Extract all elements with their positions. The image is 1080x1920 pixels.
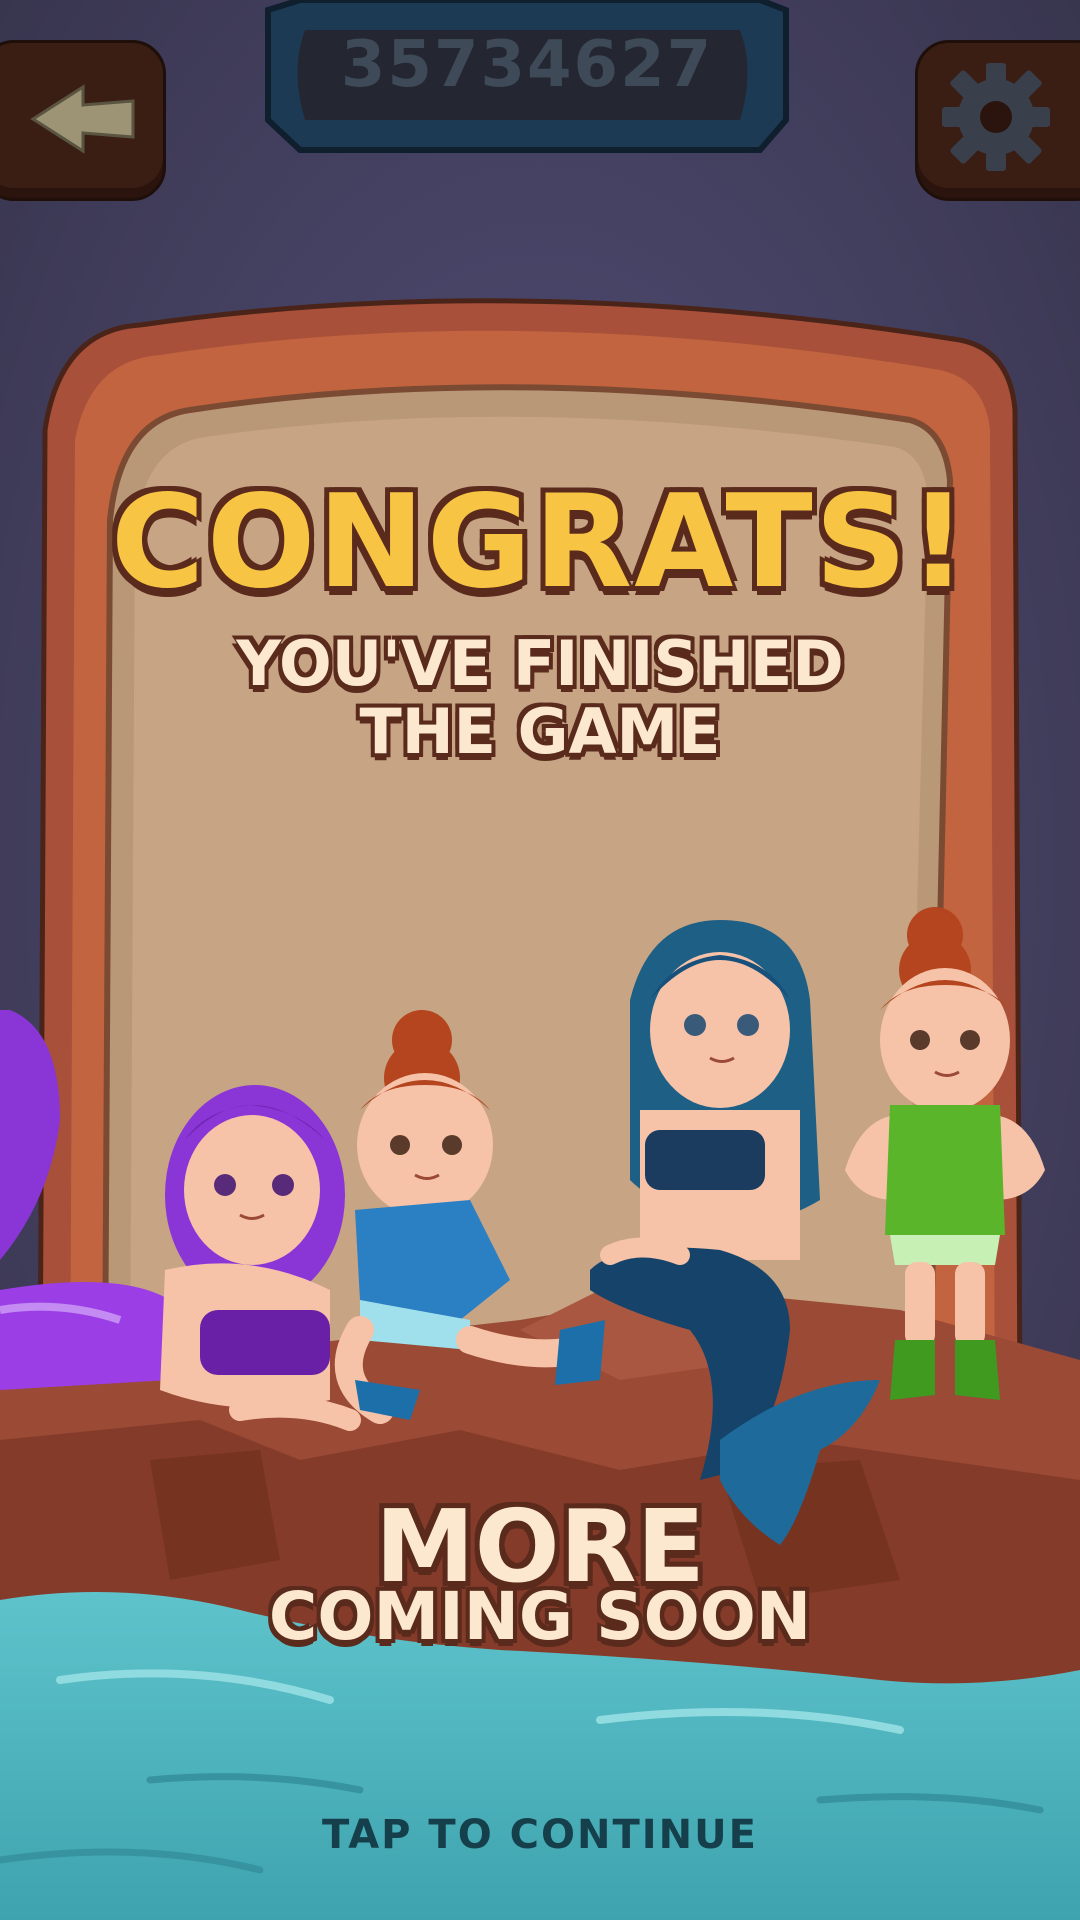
tap-to-continue[interactable]: TAP TO CONTINUE xyxy=(0,1812,1080,1858)
coming-soon-label: COMING SOON xyxy=(268,1578,812,1655)
subtitle-line-1: YOU'VE FINISHED xyxy=(236,627,844,700)
congrats-title: CONGRATS! xyxy=(110,468,970,617)
gear-icon xyxy=(942,63,1050,171)
score-counter: 35734627 xyxy=(340,28,714,102)
back-button[interactable] xyxy=(0,40,166,201)
settings-button[interactable] xyxy=(915,40,1080,201)
finished-subtitle: YOU'VE FINISHED THE GAME xyxy=(0,630,1080,766)
subtitle-line-2: THE GAME xyxy=(359,695,721,768)
back-arrow-icon xyxy=(30,84,135,154)
